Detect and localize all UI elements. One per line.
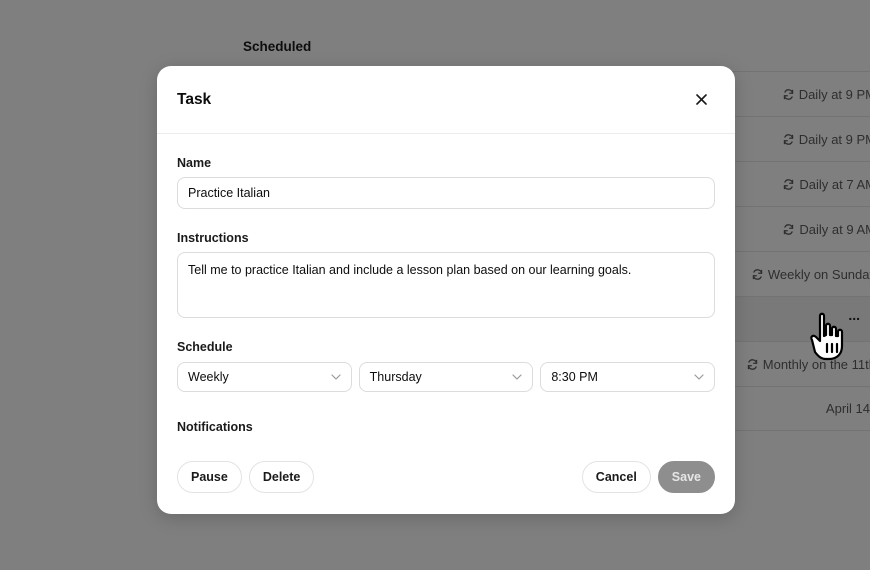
dialog-footer: Pause Delete Cancel Save (177, 461, 715, 493)
schedule-selects: Weekly Thursday 8:30 PM (177, 362, 716, 392)
schedule-label: Schedule (177, 340, 233, 354)
day-value: Thursday (369, 370, 422, 384)
close-icon (695, 94, 707, 105)
instructions-label: Instructions (177, 231, 249, 245)
name-input[interactable]: Practice Italian (177, 177, 715, 209)
name-label: Name (177, 156, 212, 170)
dialog-body: Name Practice Italian Instructions Tell … (157, 156, 735, 434)
time-value: 8:30 PM (551, 370, 598, 384)
close-button[interactable] (689, 88, 713, 112)
day-select[interactable]: Thursday (358, 362, 534, 392)
instructions-textarea[interactable]: Tell me to practice Italian and include … (177, 252, 715, 318)
chevron-down-icon (512, 374, 522, 380)
dialog-header: Task (157, 66, 735, 134)
hand-pointer-cursor-icon (810, 312, 844, 361)
notifications-label: Notifications (177, 420, 253, 434)
delete-button[interactable]: Delete (248, 461, 315, 493)
dialog-title: Task (177, 90, 212, 108)
task-dialog: Task Name Practice Italian Instructions … (157, 66, 735, 514)
frequency-select[interactable]: Weekly (177, 362, 352, 392)
save-button[interactable]: Save (657, 461, 715, 493)
pause-button[interactable]: Pause (177, 461, 242, 493)
time-select[interactable]: 8:30 PM (540, 362, 716, 392)
right-actions: Cancel Save (581, 461, 715, 493)
cancel-button[interactable]: Cancel (581, 461, 651, 493)
chevron-down-icon (694, 374, 704, 380)
frequency-value: Weekly (188, 370, 229, 384)
chevron-down-icon (331, 374, 341, 380)
left-actions: Pause Delete (177, 461, 315, 493)
